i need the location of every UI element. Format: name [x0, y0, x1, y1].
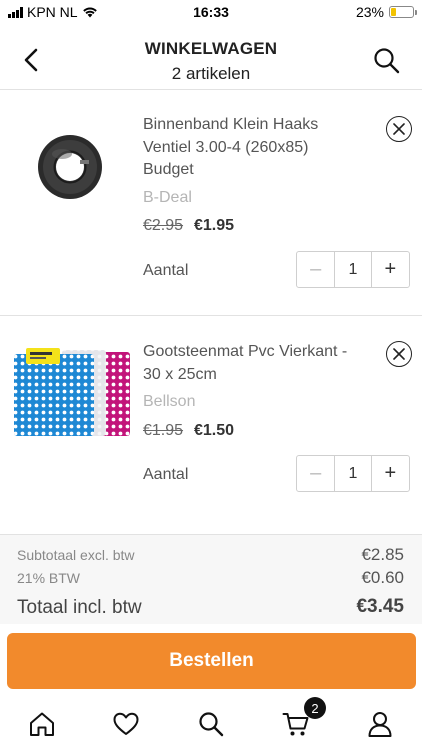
search-icon[interactable] — [372, 46, 402, 76]
vat-value: €0.60 — [361, 568, 404, 587]
total-label: Totaal incl. btw — [17, 597, 142, 618]
quantity-stepper: – 1 + — [296, 251, 410, 288]
close-icon — [393, 348, 405, 360]
increase-quantity-button[interactable]: + — [372, 252, 409, 287]
cart-item: Binnenband Klein Haaks Ventiel 3.00-4 (2… — [0, 90, 422, 316]
battery-level — [391, 8, 396, 16]
old-price: €2.95 — [143, 217, 184, 234]
subtotal-value: €2.85 — [361, 545, 404, 564]
decrease-quantity-button[interactable]: – — [297, 252, 334, 287]
user-icon[interactable] — [366, 710, 394, 738]
product-name[interactable]: Gootsteenmat Pvc Vierkant - 30 x 25cm — [143, 341, 353, 386]
battery-percent: 23% — [355, 4, 384, 20]
quantity-label: Aantal — [143, 262, 189, 279]
price: €1.95 — [194, 217, 235, 234]
heart-icon[interactable] — [112, 710, 140, 738]
vat-label: 21% BTW — [17, 570, 81, 586]
remove-item-button[interactable] — [386, 341, 412, 367]
cart-badge: 2 — [304, 697, 326, 719]
item-count: 2 artikelen — [171, 64, 251, 83]
bottom-nav — [0, 700, 422, 750]
home-icon[interactable] — [28, 710, 56, 738]
quantity-value[interactable]: 1 — [334, 456, 372, 491]
product-name[interactable]: Binnenband Klein Haaks Ventiel 3.00-4 (2… — [143, 114, 353, 182]
decrease-quantity-button[interactable]: – — [297, 456, 334, 491]
status-bar: KPN NL 16:33 23% — [0, 0, 422, 24]
close-icon — [393, 123, 405, 135]
price: €1.50 — [194, 422, 235, 439]
status-right: 23% — [355, 4, 417, 20]
product-image[interactable] — [34, 130, 106, 202]
product-image[interactable] — [12, 346, 132, 438]
order-button[interactable]: Bestellen — [7, 633, 416, 689]
product-brand: Bellson — [143, 393, 196, 410]
cart-item: Gootsteenmat Pvc Vierkant - 30 x 25cm Be… — [0, 316, 422, 534]
total-value: €3.45 — [356, 596, 404, 617]
page-title: WINKELWAGEN — [144, 39, 278, 58]
product-brand: B-Deal — [143, 189, 192, 206]
search-icon[interactable] — [197, 710, 225, 738]
quantity-label: Aantal — [143, 466, 189, 483]
increase-quantity-button[interactable]: + — [372, 456, 409, 491]
quantity-stepper: – 1 + — [296, 455, 410, 492]
battery-icon — [389, 6, 417, 18]
page-header: WINKELWAGEN 2 artikelen — [0, 24, 422, 90]
subtotal-label: Subtotaal excl. btw — [17, 547, 135, 563]
order-summary: Subtotaal excl. btw €2.85 21% BTW €0.60 … — [0, 534, 422, 624]
quantity-value[interactable]: 1 — [334, 252, 372, 287]
old-price: €1.95 — [143, 422, 184, 439]
remove-item-button[interactable] — [386, 116, 412, 142]
